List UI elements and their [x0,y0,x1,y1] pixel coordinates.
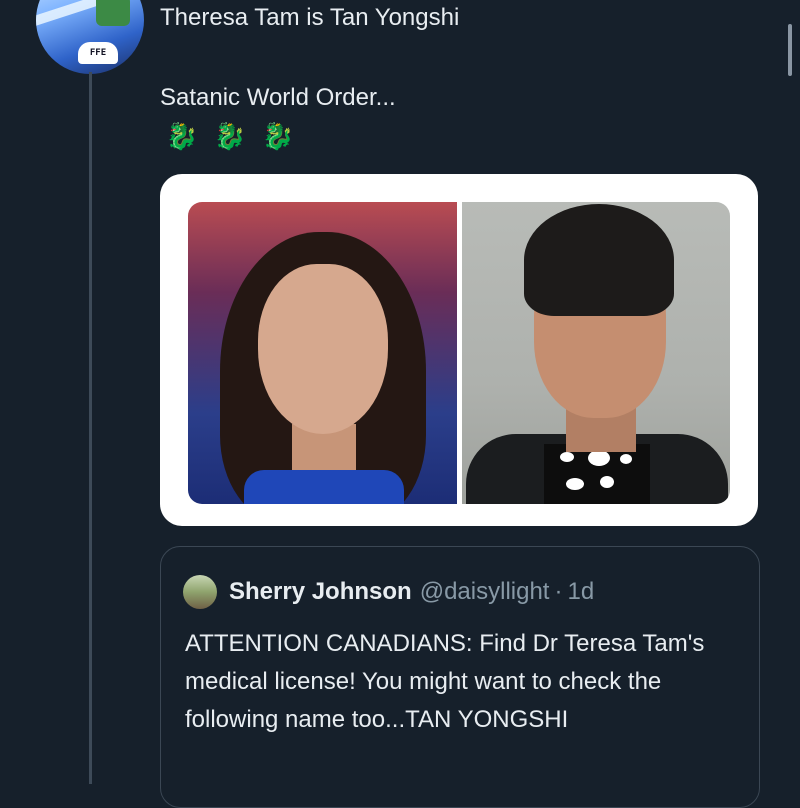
separator-dot: · [554,578,563,605]
tweet-media-card[interactable] [160,174,758,526]
quoted-author-name[interactable]: Sherry Johnson [229,578,412,606]
dragon-emoji-icon: 🐉 [165,121,199,151]
dragon-emoji-icon: 🐉 [261,121,295,151]
avatar-figure [96,0,130,26]
photo-shirt [544,444,650,504]
quoted-author-handle[interactable]: @daisyllight [420,578,550,606]
photo-clothing [244,470,404,504]
media-photo-left[interactable] [188,202,457,504]
tweet-emojis: 🐉 🐉 🐉 [160,120,300,152]
dragon-emoji-icon: 🐉 [213,121,247,151]
thread-connector-line [89,72,92,784]
scrollbar-thumb[interactable] [788,24,792,76]
media-photo-right[interactable] [462,202,730,504]
quoted-tweet-card[interactable]: Sherry Johnson @daisyllight · 1d ATTENTI… [160,546,760,808]
quoted-tweet-header: Sherry Johnson @daisyllight · 1d [183,575,594,609]
photo-face [258,264,388,434]
tweet-text-line-2: Satanic World Order... [160,84,396,111]
quoted-tweet-body: ATTENTION CANADIANS: Find Dr Teresa Tam'… [185,630,705,733]
author-avatar[interactable]: FFE [36,0,144,74]
quoted-author-avatar[interactable] [183,575,217,609]
photo-hair [524,204,674,316]
tweet-text-line-1: Theresa Tam is Tan Yongshi [160,4,460,31]
quoted-tweet-timestamp[interactable]: 1d [567,578,594,606]
avatar-plate: FFE [78,42,118,64]
